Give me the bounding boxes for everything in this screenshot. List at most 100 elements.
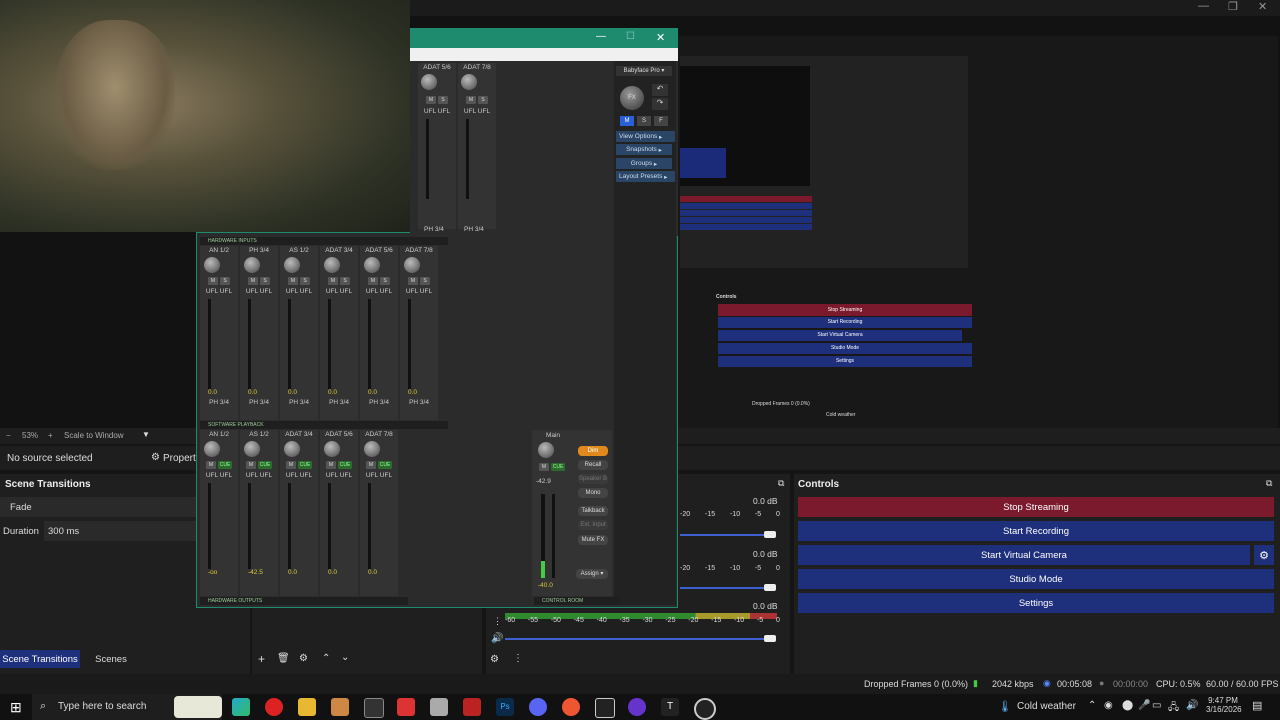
chevron-up-icon[interactable]: ⌃	[1088, 700, 1096, 711]
volume-icon[interactable]: 🔊	[1186, 700, 1198, 711]
settings-button[interactable]: Settings	[798, 593, 1274, 613]
groups-menu[interactable]: Groups ▸	[616, 158, 672, 169]
fx-knob[interactable]: FX	[620, 86, 644, 110]
mute-button[interactable]: M	[206, 461, 216, 469]
close-icon[interactable]: ✕	[656, 31, 665, 44]
solo-button[interactable]: S	[220, 277, 230, 285]
device-select[interactable]: Babyface Pro ▾	[616, 66, 672, 76]
move-up-icon[interactable]: ⌃	[322, 653, 330, 664]
fader[interactable]	[426, 119, 429, 199]
photoshop-icon[interactable]: Ps	[496, 698, 514, 716]
weather-label[interactable]: Cold weather	[1017, 701, 1076, 712]
main-fader[interactable]	[552, 494, 555, 578]
fader[interactable]	[288, 299, 291, 389]
trash-icon[interactable]: 🗑	[277, 653, 290, 664]
fader[interactable]	[208, 299, 211, 389]
gain-knob[interactable]	[324, 441, 340, 457]
opera-icon[interactable]	[265, 698, 283, 716]
mute-button[interactable]: M	[208, 277, 218, 285]
gain-knob[interactable]	[404, 257, 420, 273]
fader[interactable]	[248, 483, 251, 569]
gain-knob[interactable]	[461, 74, 477, 90]
solo-button[interactable]: S	[438, 96, 448, 104]
volume-handle-3[interactable]	[764, 635, 776, 642]
minimize-icon[interactable]: —	[596, 31, 606, 42]
stop-streaming-button[interactable]: Stop Streaming	[798, 497, 1274, 517]
obs-icon[interactable]	[694, 698, 716, 720]
mute-button[interactable]: M	[368, 277, 378, 285]
main-cue-button[interactable]: CUE	[551, 463, 565, 471]
app-icon[interactable]	[463, 698, 481, 716]
fader[interactable]	[408, 299, 411, 389]
gear-icon[interactable]: ⚙	[299, 653, 308, 664]
app-icon[interactable]	[595, 698, 615, 718]
gain-knob[interactable]	[244, 441, 260, 457]
zoom-in-button[interactable]: +	[48, 431, 53, 440]
studio-mode-button[interactable]: Studio Mode	[798, 569, 1274, 589]
mute-button[interactable]: M	[408, 277, 418, 285]
app-icon[interactable]	[397, 698, 415, 716]
tray-icon[interactable]: ⬤	[1122, 700, 1133, 711]
windows-start-icon[interactable]: ⊞	[10, 699, 22, 716]
mute-button[interactable]: M	[426, 96, 436, 104]
advanced-audio-icon[interactable]: ⚙	[490, 654, 499, 665]
fader[interactable]	[328, 299, 331, 389]
gear-icon[interactable]: ⚙	[151, 452, 160, 463]
chevron-down-icon[interactable]: ▼	[142, 430, 150, 439]
gain-knob[interactable]	[284, 441, 300, 457]
assign-button[interactable]: Assign ▾	[576, 569, 608, 579]
fader[interactable]	[368, 483, 371, 569]
app-icon[interactable]	[331, 698, 349, 716]
solo-button[interactable]: S	[340, 277, 350, 285]
zoom-out-button[interactable]: −	[6, 431, 11, 440]
maximize-icon[interactable]: ❐	[1228, 0, 1238, 13]
fader[interactable]	[368, 299, 371, 389]
edge-icon[interactable]	[232, 698, 250, 716]
mute-button[interactable]: M	[366, 461, 376, 469]
network-icon[interactable]: 🖧	[1168, 700, 1179, 717]
dim-button[interactable]: Dim	[578, 446, 608, 456]
mode-f-button[interactable]: F	[654, 116, 668, 126]
cue-button[interactable]: CUE	[378, 461, 392, 469]
volume-slider-1[interactable]	[680, 534, 774, 536]
cue-button[interactable]: CUE	[258, 461, 272, 469]
undo-icon[interactable]: ↶	[652, 84, 668, 96]
fader[interactable]	[466, 119, 469, 199]
scale-to-window-select[interactable]: Scale to Window	[64, 431, 124, 440]
mute-button[interactable]: M	[466, 96, 476, 104]
app-active-icon[interactable]	[364, 698, 384, 718]
mode-m-button[interactable]: M	[620, 116, 634, 126]
snapshots-menu[interactable]: Snapshots ▸	[616, 144, 672, 155]
gain-knob[interactable]	[204, 441, 220, 457]
mute-button[interactable]: M	[326, 461, 336, 469]
solo-button[interactable]: S	[478, 96, 488, 104]
solo-button[interactable]: S	[380, 277, 390, 285]
move-down-icon[interactable]: ⌄	[341, 652, 349, 663]
dock-float-icon[interactable]: ⧉	[1266, 478, 1272, 489]
talkback-button[interactable]: Talkback	[578, 506, 608, 516]
gain-knob[interactable]	[204, 257, 220, 273]
layout-presets-menu[interactable]: Layout Presets ▸	[616, 171, 675, 182]
mono-button[interactable]: Mono	[578, 488, 608, 498]
volume-handle-2[interactable]	[764, 584, 776, 591]
dock-float-icon[interactable]: ⧉	[778, 478, 784, 489]
gain-knob[interactable]	[324, 257, 340, 273]
cue-button[interactable]: CUE	[218, 461, 232, 469]
gain-knob[interactable]	[244, 257, 260, 273]
mute-button[interactable]: M	[328, 277, 338, 285]
fader[interactable]	[208, 483, 211, 569]
discord-icon[interactable]	[529, 698, 547, 716]
solo-button[interactable]: S	[260, 277, 270, 285]
mixer-menu-icon[interactable]: ⋮	[513, 653, 523, 664]
mute-button[interactable]: M	[246, 461, 256, 469]
speaker-b-button[interactable]: Speaker B	[578, 474, 608, 484]
tray-icon[interactable]: ◉	[1104, 700, 1113, 711]
app-icon[interactable]	[562, 698, 580, 716]
volume-slider-2[interactable]	[680, 587, 774, 589]
mute-button[interactable]: M	[286, 461, 296, 469]
main-mute-button[interactable]: M	[539, 463, 549, 471]
app-icon[interactable]	[430, 698, 448, 716]
volume-slider-3[interactable]	[505, 638, 775, 640]
add-icon[interactable]: +	[258, 652, 265, 666]
tab-scene-transitions[interactable]: Scene Transitions	[0, 650, 80, 668]
